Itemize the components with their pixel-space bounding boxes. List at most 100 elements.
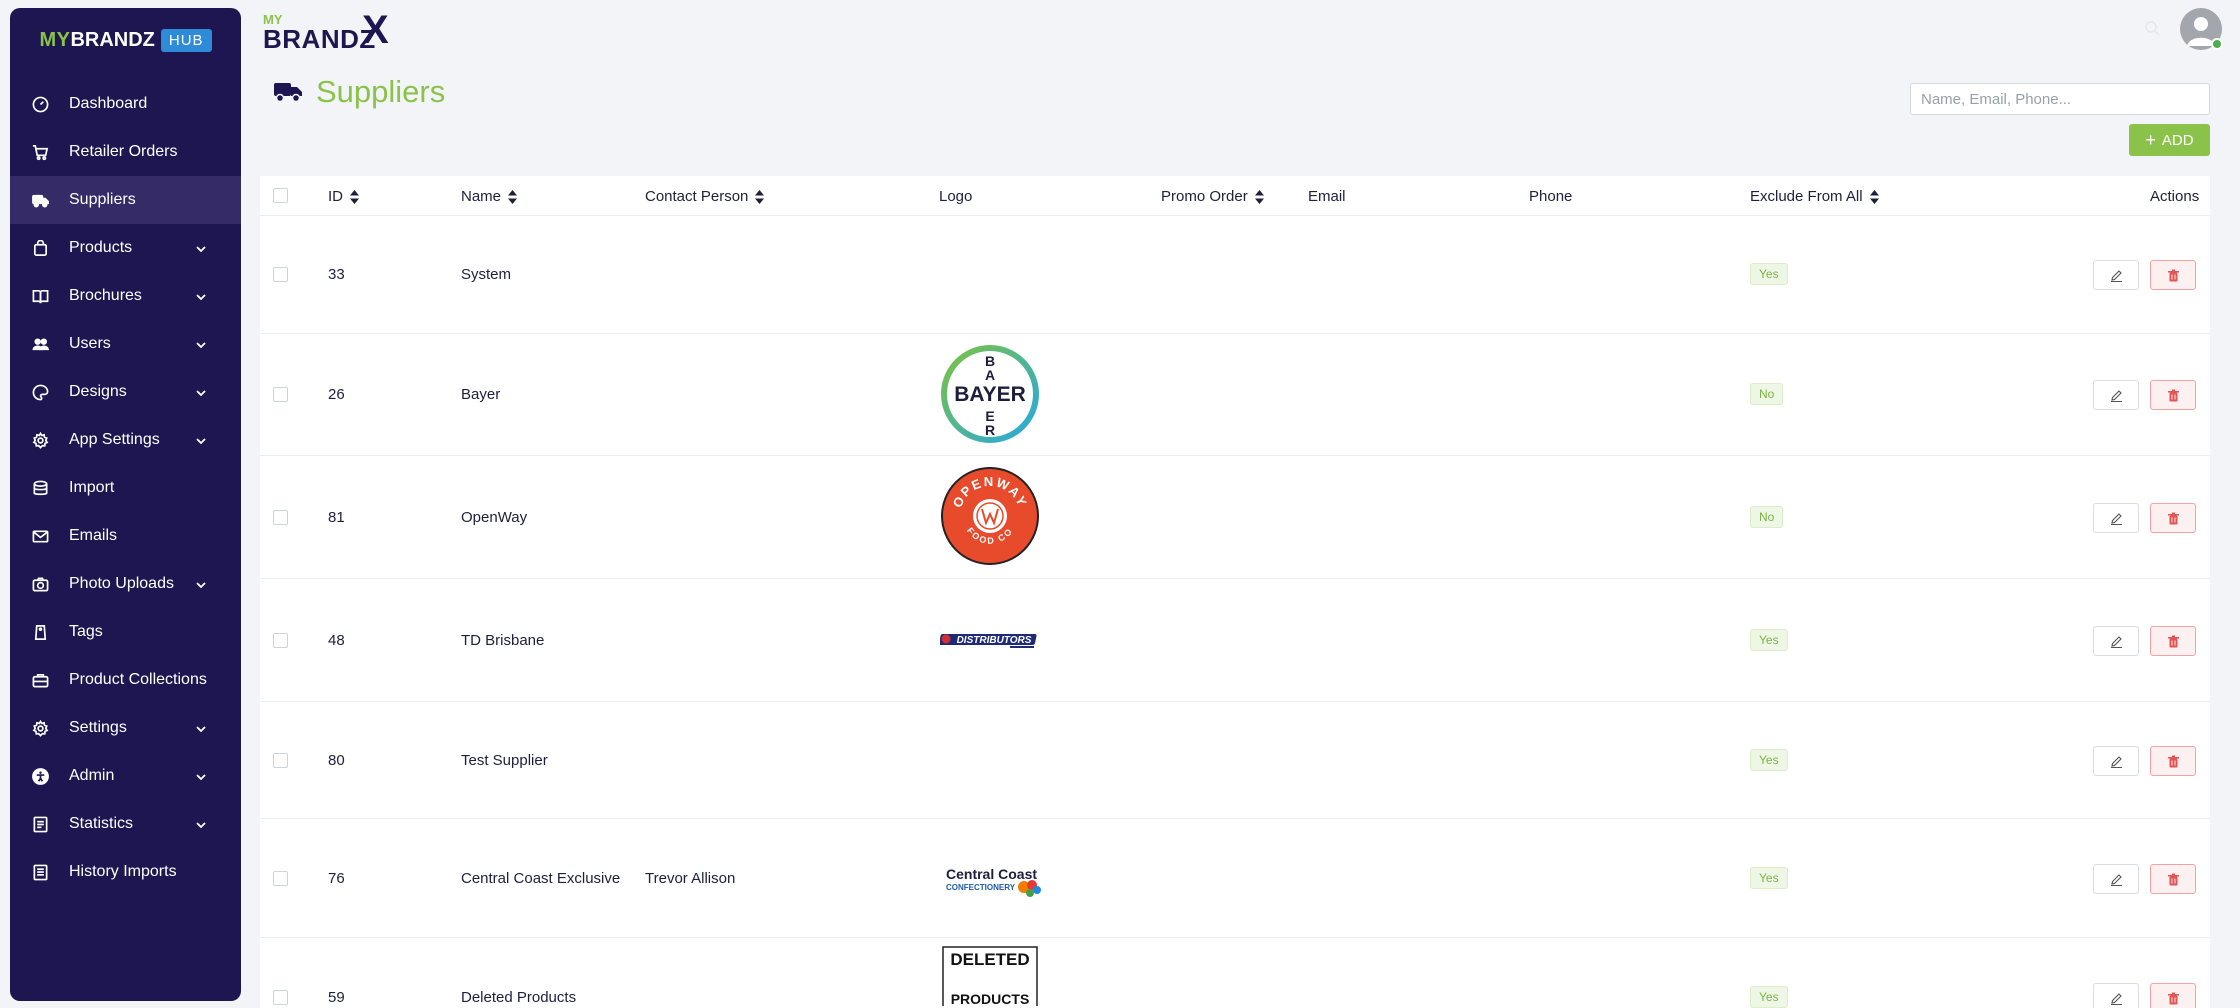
column-header-contact[interactable]: Contact Person <box>645 188 765 205</box>
cell-id: 48 <box>328 632 345 649</box>
column-header-exclude-label: Exclude From All <box>1750 188 1863 205</box>
exclude-status-badge: Yes <box>1750 263 1788 285</box>
delete-button[interactable] <box>2150 503 2196 533</box>
cell-id: 33 <box>328 266 345 283</box>
exclude-status-badge: Yes <box>1750 867 1788 889</box>
sidebar-item-app-settings[interactable]: App Settings <box>10 416 241 464</box>
edit-button[interactable] <box>2093 864 2139 894</box>
edit-button[interactable] <box>2093 626 2139 656</box>
sidebar-item-photo-uploads[interactable]: Photo Uploads <box>10 560 241 608</box>
sort-icon <box>508 189 518 204</box>
sidebar-item-suppliers[interactable]: Suppliers <box>10 176 241 224</box>
plus-icon: + <box>2145 130 2156 150</box>
cell-name: Bayer <box>461 386 501 403</box>
delete-button[interactable] <box>2150 864 2196 894</box>
page-title-text: Suppliers <box>316 74 446 109</box>
sidebar-item-history-imports[interactable]: History Imports <box>10 848 241 896</box>
deleted-products-logo: DELETED PRODUCTS <box>942 946 1038 1008</box>
row-checkbox[interactable] <box>273 753 288 768</box>
cart-icon <box>31 143 49 161</box>
column-header-exclude[interactable]: Exclude From All <box>1750 188 1879 205</box>
table-row: 26 Bayer BAYER B A E R No <box>260 334 2210 456</box>
sidebar-item-admin[interactable]: Admin <box>10 752 241 800</box>
row-checkbox[interactable] <box>273 990 288 1005</box>
cell-logo: OPENWAY FOOD CO <box>940 466 1040 571</box>
palette-icon <box>31 383 49 401</box>
search-input[interactable] <box>1910 83 2210 115</box>
sidebar-item-retailer-orders[interactable]: Retailer Orders <box>10 128 241 176</box>
sidebar-item-import[interactable]: Import <box>10 464 241 512</box>
pencil-icon <box>2110 992 2122 1005</box>
column-header-email-label: Email <box>1308 188 1346 205</box>
column-header-id[interactable]: ID <box>328 188 359 205</box>
edit-button[interactable] <box>2093 746 2139 776</box>
cell-name: Test Supplier <box>461 752 548 769</box>
sidebar-item-settings[interactable]: Settings <box>10 704 241 752</box>
sidebar-brand-logo[interactable]: MY BRANDZ HUB <box>10 8 241 72</box>
chevron-down-icon <box>195 242 207 254</box>
column-header-name[interactable]: Name <box>461 188 518 205</box>
gear-icon <box>31 431 49 449</box>
table-row: 48 TD Brisbane DISTRIBUTORS Yes <box>260 579 2210 702</box>
exclude-status-badge: No <box>1750 506 1784 528</box>
delete-button[interactable] <box>2150 746 2196 776</box>
sidebar-item-label: Emails <box>69 527 118 544</box>
users-icon <box>31 335 49 353</box>
table-row: 81 OpenWay OPENWAY FOOD CO No <box>260 456 2210 579</box>
page-title: Suppliers <box>274 74 445 110</box>
sidebar-item-label: Retailer Orders <box>69 143 178 160</box>
cell-id: 81 <box>328 509 345 526</box>
sort-icon <box>755 189 765 204</box>
column-header-phone-label: Phone <box>1529 188 1573 205</box>
sidebar-item-brochures[interactable]: Brochures <box>10 272 241 320</box>
sidebar-item-statistics[interactable]: Statistics <box>10 800 241 848</box>
search-icon[interactable] <box>2144 20 2160 36</box>
sidebar-item-emails[interactable]: Emails <box>10 512 241 560</box>
row-checkbox[interactable] <box>273 267 288 282</box>
sidebar-item-dashboard[interactable]: Dashboard <box>10 80 241 128</box>
sidebar-item-label: Suppliers <box>69 191 136 208</box>
sidebar-item-label: Dashboard <box>69 95 148 112</box>
sidebar-item-products[interactable]: Products <box>10 224 241 272</box>
edit-button[interactable] <box>2093 983 2139 1008</box>
database-icon <box>31 479 49 497</box>
column-header-contact-label: Contact Person <box>645 188 749 205</box>
sidebar-item-users[interactable]: Users <box>10 320 241 368</box>
pencil-icon <box>2110 755 2122 768</box>
cell-id: 76 <box>328 870 345 887</box>
column-header-email: Email <box>1308 188 1346 205</box>
header-logo[interactable]: MY BRANDZ X <box>263 10 403 54</box>
sort-icon <box>1869 189 1879 204</box>
row-checkbox[interactable] <box>273 633 288 648</box>
td-logo-text: DISTRIBUTORS <box>957 635 1032 646</box>
header-logo-brandz: BRANDZ <box>263 24 376 54</box>
pencil-icon <box>2110 635 2122 648</box>
table-row: 76 Central Coast Exclusive Trevor Allison C… <box>260 819 2210 938</box>
column-header-logo: Logo <box>939 188 972 205</box>
table-header: ID Name Contact Person Logo Promo Order … <box>260 176 2210 216</box>
edit-button[interactable] <box>2093 503 2139 533</box>
cell-name: TD Brisbane <box>461 632 545 649</box>
dashboard-icon <box>31 95 49 113</box>
add-button[interactable]: + ADD <box>2129 124 2210 156</box>
delete-button[interactable] <box>2150 380 2196 410</box>
sidebar-item-product-collections[interactable]: Product Collections <box>10 656 241 704</box>
column-header-promo[interactable]: Promo Order <box>1161 188 1264 205</box>
svg-text:A: A <box>985 367 995 383</box>
delete-button[interactable] <box>2150 626 2196 656</box>
row-checkbox[interactable] <box>273 871 288 886</box>
sidebar-item-tags[interactable]: Tags <box>10 608 241 656</box>
row-checkbox[interactable] <box>273 387 288 402</box>
sidebar-item-designs[interactable]: Designs <box>10 368 241 416</box>
edit-button[interactable] <box>2093 260 2139 290</box>
delete-button[interactable] <box>2150 983 2196 1008</box>
cell-id: 59 <box>328 989 345 1006</box>
document-list-icon <box>31 863 49 881</box>
sidebar-item-label: Users <box>69 335 111 352</box>
delete-button[interactable] <box>2150 260 2196 290</box>
add-button-label: ADD <box>2161 131 2194 149</box>
select-all-checkbox[interactable] <box>273 188 288 203</box>
row-checkbox[interactable] <box>273 510 288 525</box>
edit-button[interactable] <box>2093 380 2139 410</box>
sort-icon <box>1254 189 1264 204</box>
